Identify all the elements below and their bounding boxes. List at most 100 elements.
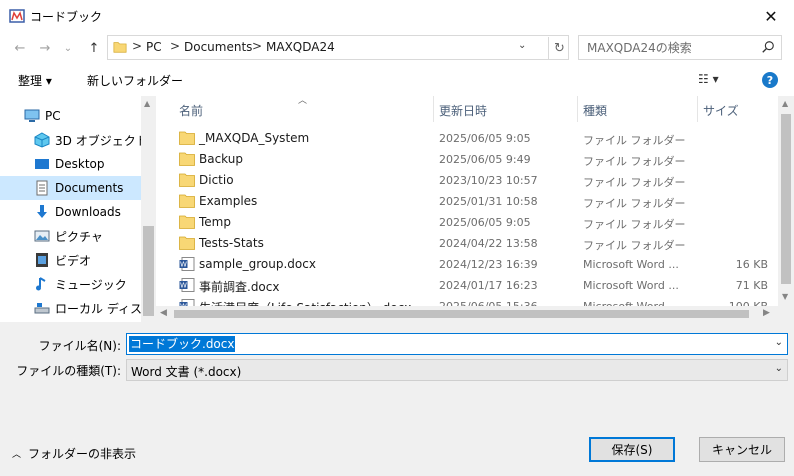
- folder-icon: [179, 215, 195, 229]
- chevron-down-icon[interactable]: ⌄: [518, 40, 526, 51]
- list-item[interactable]: Examples 2025/01/31 10:58 ファイル フォルダー: [170, 191, 776, 212]
- save-button[interactable]: 保存(S): [589, 437, 675, 462]
- scroll-up-icon[interactable]: ▲: [144, 99, 150, 108]
- close-button[interactable]: ✕: [748, 0, 794, 32]
- file-list-vertical-scrollbar[interactable]: ▲ ▼: [778, 96, 794, 306]
- recent-locations-button[interactable]: ⌄: [58, 39, 78, 57]
- help-icon[interactable]: ?: [762, 72, 778, 88]
- forward-button[interactable]: →: [35, 39, 55, 57]
- sidebar-item-videos[interactable]: ビデオ: [0, 248, 141, 272]
- breadcrumb-pc[interactable]: PC: [146, 40, 162, 54]
- chevron-down-icon[interactable]: ⌄: [775, 363, 783, 374]
- search-box[interactable]: [578, 35, 782, 60]
- file-name: _MAXQDA_System: [199, 131, 310, 145]
- file-type: Microsoft Word ...: [583, 279, 679, 292]
- file-date: 2024/04/22 13:58: [439, 237, 538, 250]
- refresh-icon[interactable]: ↻: [548, 37, 570, 59]
- file-list-horizontal-scrollbar[interactable]: ◀ ▶: [156, 306, 778, 322]
- scroll-left-icon[interactable]: ◀: [160, 308, 167, 318]
- hide-folders-toggle[interactable]: ︿ フォルダーの非表示: [12, 445, 136, 462]
- music-icon: [36, 277, 46, 291]
- breadcrumb-separator: >: [170, 39, 181, 53]
- file-name: Temp: [199, 215, 231, 229]
- sidebar-item-label: PC: [45, 109, 61, 123]
- file-type: ファイル フォルダー: [583, 176, 686, 189]
- chevron-down-icon[interactable]: ⌄: [775, 337, 783, 348]
- sidebar-item-pc[interactable]: PC: [0, 104, 141, 128]
- folder-icon: [179, 173, 195, 187]
- breadcrumb-separator: >: [252, 39, 263, 53]
- list-item[interactable]: _MAXQDA_System 2025/06/05 9:05 ファイル フォルダ…: [170, 128, 776, 149]
- file-name: Dictio: [199, 173, 234, 187]
- sidebar-item-3d-objects[interactable]: 3D オブジェクト: [0, 128, 141, 152]
- folder-icon: [179, 194, 195, 208]
- file-size: 16 KB: [735, 258, 768, 271]
- scroll-down-icon[interactable]: ▼: [782, 292, 788, 301]
- scroll-right-icon[interactable]: ▶: [763, 308, 770, 318]
- scroll-thumb[interactable]: [174, 310, 749, 318]
- list-item[interactable]: W 事前調査.docx 2024/01/17 16:23 Microsoft W…: [170, 275, 776, 296]
- word-document-icon: W: [179, 257, 195, 271]
- documents-icon: [36, 180, 48, 196]
- list-item[interactable]: Tests-Stats 2024/04/22 13:58 ファイル フォルダー: [170, 233, 776, 254]
- local-disk-icon: [34, 303, 50, 314]
- sidebar-item-documents[interactable]: Documents: [0, 176, 141, 200]
- file-type: ファイル フォルダー: [583, 239, 686, 252]
- folder-icon: [113, 42, 127, 53]
- list-item[interactable]: Dictio 2023/10/23 10:57 ファイル フォルダー: [170, 170, 776, 191]
- sidebar-scrollbar[interactable]: ▲: [141, 96, 156, 322]
- column-header-type[interactable]: 種類: [583, 102, 607, 119]
- scroll-up-icon[interactable]: ▲: [782, 99, 788, 108]
- sidebar-item-label: ピクチャ: [55, 229, 103, 244]
- sidebar-item-desktop[interactable]: Desktop: [0, 152, 141, 176]
- filename-value[interactable]: コードブック.docx: [129, 336, 236, 352]
- chevron-up-icon: ︿: [12, 450, 22, 460]
- file-type: Microsoft Word ...: [583, 258, 679, 271]
- scroll-thumb[interactable]: [143, 226, 154, 316]
- search-icon[interactable]: [761, 40, 775, 54]
- pictures-icon: [34, 230, 50, 242]
- column-header-date[interactable]: 更新日時: [439, 102, 487, 119]
- file-name: Backup: [199, 152, 243, 166]
- sidebar-item-label: 3D オブジェクト: [55, 133, 141, 148]
- breadcrumb-separator: >: [132, 39, 143, 53]
- file-date: 2024/01/17 16:23: [439, 279, 538, 292]
- svg-text:W: W: [180, 261, 187, 269]
- sidebar-item-music[interactable]: ミュージック: [0, 272, 141, 296]
- sidebar-item-local-disk[interactable]: ローカル ディスク (C: [0, 296, 141, 320]
- file-type: ファイル フォルダー: [583, 197, 686, 210]
- column-divider[interactable]: [433, 96, 434, 122]
- file-date: 2025/01/31 10:58: [439, 195, 538, 208]
- column-header-name[interactable]: 名前: [179, 102, 203, 119]
- pc-icon: [24, 109, 40, 122]
- file-name: sample_group.docx: [199, 257, 316, 271]
- sidebar-item-downloads[interactable]: Downloads: [0, 200, 141, 224]
- filename-field[interactable]: コードブック.docx ⌄: [126, 333, 788, 355]
- breadcrumb-documents[interactable]: Documents: [184, 40, 252, 54]
- column-divider[interactable]: [697, 96, 698, 122]
- file-date: 2024/12/23 16:39: [439, 258, 538, 271]
- filetype-select[interactable]: Word 文書 (*.docx) ⌄: [126, 359, 788, 381]
- file-date: 2023/10/23 10:57: [439, 174, 538, 187]
- column-header-size[interactable]: サイズ: [703, 102, 739, 119]
- address-bar[interactable]: > PC > Documents > MAXQDA24 ⌄ ↻: [107, 35, 569, 60]
- sidebar-item-pictures[interactable]: ピクチャ: [0, 224, 141, 248]
- back-button[interactable]: ←: [10, 39, 30, 57]
- filetype-value: Word 文書 (*.docx): [131, 365, 242, 379]
- file-type: ファイル フォルダー: [583, 218, 686, 231]
- cancel-button[interactable]: キャンセル: [699, 437, 785, 462]
- hide-folders-label: フォルダーの非表示: [28, 447, 137, 461]
- breadcrumb-maxqda24[interactable]: MAXQDA24: [266, 40, 335, 54]
- list-item[interactable]: Backup 2025/06/05 9:49 ファイル フォルダー: [170, 149, 776, 170]
- column-divider[interactable]: [577, 96, 578, 122]
- up-button[interactable]: ↑: [84, 39, 104, 57]
- list-item[interactable]: W sample_group.docx 2024/12/23 16:39 Mic…: [170, 254, 776, 275]
- list-item[interactable]: Temp 2025/06/05 9:05 ファイル フォルダー: [170, 212, 776, 233]
- file-name: 事前調査.docx: [199, 280, 280, 294]
- sidebar-item-label: Documents: [55, 181, 124, 195]
- organize-button[interactable]: 整理 ▾: [18, 72, 52, 89]
- scroll-thumb[interactable]: [781, 114, 791, 284]
- view-options-button[interactable]: ☷ ▾: [698, 72, 719, 86]
- search-input[interactable]: [587, 39, 757, 57]
- new-folder-button[interactable]: 新しいフォルダー: [87, 72, 183, 89]
